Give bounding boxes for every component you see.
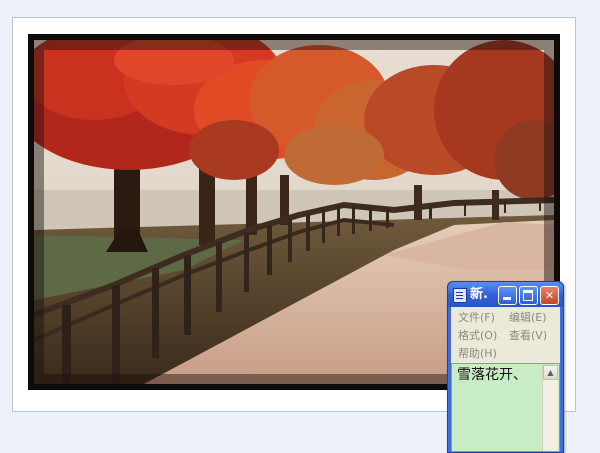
menu-view-key: (V) xyxy=(531,329,548,342)
menu-view[interactable]: 查看(V) xyxy=(509,329,547,343)
menu-file-key: (F) xyxy=(480,311,495,324)
maximize-button[interactable] xyxy=(519,286,538,305)
menu-bar: 文件(F) 编辑(E) 格式(O) 查看(V) 帮助(H) xyxy=(451,307,560,363)
menu-help[interactable]: 帮助(H) xyxy=(458,347,497,361)
close-icon: ✕ xyxy=(544,289,555,302)
notepad-window[interactable]: 新. ✕ 文件(F) 编辑(E) 格式(O) 查看(V) 帮助(H) 雪落花开、… xyxy=(447,281,564,453)
text-editor[interactable]: 雪落花开、 ▲ xyxy=(451,363,560,452)
menu-format[interactable]: 格式(O) xyxy=(458,329,497,343)
scroll-up-arrow-icon[interactable]: ▲ xyxy=(543,365,558,380)
notepad-icon[interactable] xyxy=(453,288,467,303)
menu-format-key: (O) xyxy=(480,329,498,342)
minimize-button[interactable] xyxy=(498,286,517,305)
notepad-title-bar[interactable]: 新. ✕ xyxy=(448,282,563,307)
menu-help-label: 帮助 xyxy=(458,347,480,360)
maximize-icon xyxy=(523,290,533,301)
vertical-scrollbar[interactable]: ▲ xyxy=(542,365,558,451)
menu-file-label: 文件 xyxy=(458,311,480,324)
menu-edit[interactable]: 编辑(E) xyxy=(509,311,547,325)
menu-view-label: 查看 xyxy=(509,329,531,342)
menu-edit-key: (E) xyxy=(531,311,547,324)
window-title: 新. xyxy=(470,287,488,302)
editor-content: 雪落花开、 xyxy=(457,367,527,383)
minimize-icon xyxy=(503,297,511,300)
menu-edit-label: 编辑 xyxy=(509,311,531,324)
menu-format-label: 格式 xyxy=(458,329,480,342)
menu-file[interactable]: 文件(F) xyxy=(458,311,495,325)
close-button[interactable]: ✕ xyxy=(540,286,559,305)
menu-help-key: (H) xyxy=(480,347,497,360)
